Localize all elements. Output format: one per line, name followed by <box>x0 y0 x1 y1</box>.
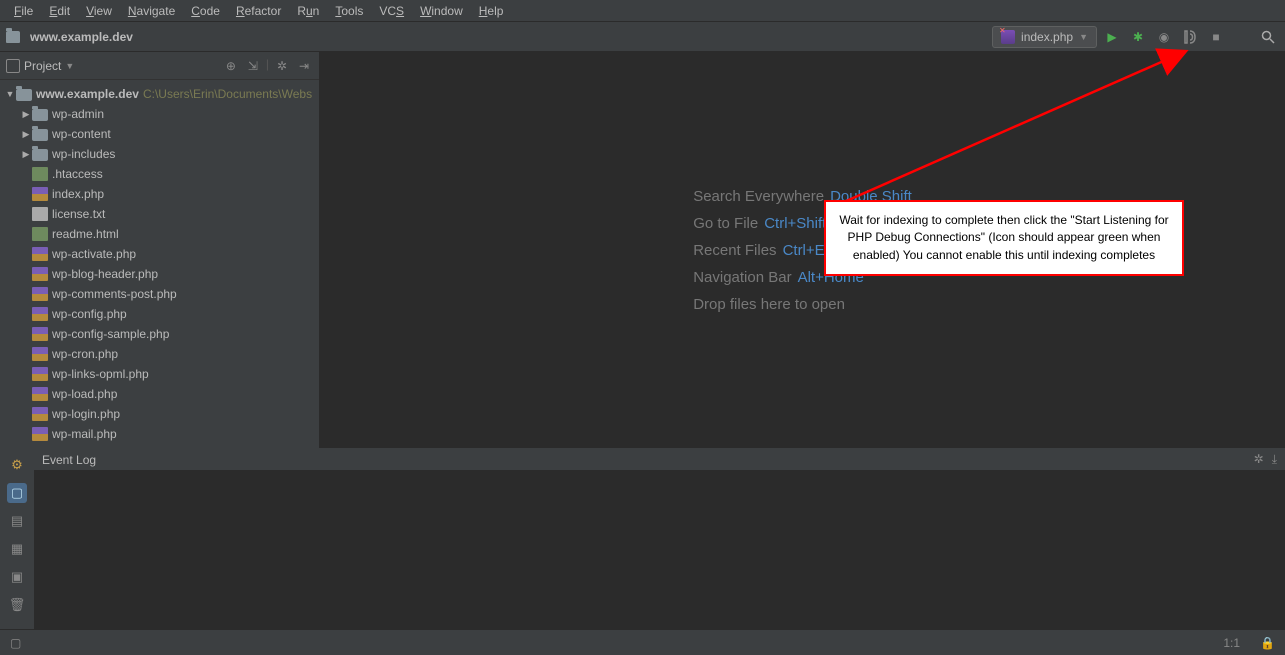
file-icon <box>32 327 48 341</box>
tool-trash-icon[interactable]: 🗑 <box>7 595 27 615</box>
menu-help[interactable]: Help <box>471 4 512 18</box>
collapse-all-icon[interactable]: ⇲ <box>244 57 262 75</box>
file-icon <box>32 227 48 241</box>
folder-icon <box>6 31 20 43</box>
file-icon <box>32 287 48 301</box>
tool-messages-icon[interactable]: ▢ <box>7 483 27 503</box>
file-icon <box>32 187 48 201</box>
file-icon <box>32 267 48 281</box>
tree-file[interactable]: ·wp-config-sample.php <box>0 324 319 344</box>
menu-navigate[interactable]: Navigate <box>120 4 183 18</box>
toolbar: www.example.dev index.php ▼ ▶ ✱ ◉ ■ | <box>0 22 1285 52</box>
folder-icon <box>16 89 32 101</box>
tree-file[interactable]: ·index.php <box>0 184 319 204</box>
tree-file[interactable]: ·wp-config.php <box>0 304 319 324</box>
file-icon <box>32 167 48 181</box>
file-icon <box>32 347 48 361</box>
file-icon <box>32 427 48 441</box>
lock-icon[interactable]: 🔒 <box>1260 636 1275 650</box>
event-log-panel: ⚙ ▢ ▤ ▦ ▣ 🗑 Event Log ✲ ⤓ <box>0 448 1285 629</box>
php-icon <box>1001 30 1015 44</box>
menu-vcs[interactable]: VCS <box>371 4 412 18</box>
tree-file[interactable]: ·readme.html <box>0 224 319 244</box>
tree-file[interactable]: ·wp-mail.php <box>0 424 319 444</box>
folder-icon <box>32 109 48 121</box>
menu-tools[interactable]: Tools <box>327 4 371 18</box>
run-button[interactable]: ▶ <box>1101 26 1123 48</box>
file-icon <box>32 307 48 321</box>
project-sidebar: Project ▼ ⊕ ⇲ | ✲ ⇥ ▼ www.example.dev C:… <box>0 52 320 448</box>
tool-todo-icon[interactable]: ▤ <box>7 511 27 531</box>
menu-refactor[interactable]: Refactor <box>228 4 289 18</box>
project-panel-title[interactable]: Project <box>24 59 61 73</box>
scroll-from-source-icon[interactable]: ⊕ <box>222 57 240 75</box>
tree-file[interactable]: ·wp-load.php <box>0 384 319 404</box>
tool-structure-icon[interactable]: ▦ <box>7 539 27 559</box>
tree-folder[interactable]: ▶wp-includes <box>0 144 319 164</box>
tree-file[interactable]: ·license.txt <box>0 204 319 224</box>
tree-file[interactable]: ·wp-links-opml.php <box>0 364 319 384</box>
tree-file[interactable]: ·.htaccess <box>0 164 319 184</box>
menu-view[interactable]: View <box>78 4 120 18</box>
event-log-body <box>34 471 1285 629</box>
caret-position[interactable]: 1:1 <box>1223 636 1240 650</box>
tree-folder[interactable]: ▶wp-admin <box>0 104 319 124</box>
run-config-selector[interactable]: index.php ▼ <box>992 26 1097 48</box>
project-icon <box>6 59 20 73</box>
file-icon <box>32 367 48 381</box>
run-config-label: index.php <box>1021 30 1073 44</box>
tree-file[interactable]: ·wp-login.php <box>0 404 319 424</box>
menu-edit[interactable]: Edit <box>41 4 78 18</box>
annotation-callout: Wait for indexing to complete then click… <box>824 200 1184 276</box>
chevron-down-icon[interactable]: ▼ <box>65 61 74 71</box>
folder-icon <box>32 129 48 141</box>
tree-folder[interactable]: ▶wp-content <box>0 124 319 144</box>
gear-icon[interactable]: ✲ <box>273 57 291 75</box>
menu-run[interactable]: Run <box>289 4 327 18</box>
project-tree[interactable]: ▼ www.example.dev C:\Users\Erin\Document… <box>0 80 319 448</box>
file-icon <box>32 407 48 421</box>
tree-file[interactable]: ·wp-blog-header.php <box>0 264 319 284</box>
menu-bar: File Edit View Navigate Code Refactor Ru… <box>0 0 1285 22</box>
event-log-title[interactable]: Event Log <box>42 453 96 467</box>
tool-favorites-icon[interactable]: ▣ <box>7 567 27 587</box>
breadcrumb-project: www.example.dev <box>30 30 133 44</box>
tree-file[interactable]: ·wp-cron.php <box>0 344 319 364</box>
search-button[interactable] <box>1257 26 1279 48</box>
listen-debug-button[interactable] <box>1179 26 1201 48</box>
menu-file[interactable]: File <box>6 4 41 18</box>
chevron-down-icon: ▼ <box>1079 32 1088 42</box>
menu-window[interactable]: Window <box>412 4 471 18</box>
file-icon <box>32 247 48 261</box>
breadcrumb[interactable]: www.example.dev <box>6 30 133 44</box>
file-icon <box>32 387 48 401</box>
hide-icon[interactable]: ⤓ <box>1272 452 1277 467</box>
menu-code[interactable]: Code <box>183 4 228 18</box>
tree-root[interactable]: ▼ www.example.dev C:\Users\Erin\Document… <box>0 84 319 104</box>
debug-button[interactable]: ✱ <box>1127 26 1149 48</box>
stop-button[interactable]: ■ <box>1205 26 1227 48</box>
hide-icon[interactable]: ⇥ <box>295 57 313 75</box>
gear-icon[interactable]: ✲ <box>1254 452 1264 467</box>
status-bar: ▢ 1:1 🔒 <box>0 629 1285 655</box>
tree-file[interactable]: ·wp-comments-post.php <box>0 284 319 304</box>
folder-icon <box>32 149 48 161</box>
tool-problems-icon[interactable]: ⚙ <box>7 455 27 475</box>
tree-file[interactable]: ·wp-activate.php <box>0 244 319 264</box>
file-icon <box>32 207 48 221</box>
status-left[interactable]: ▢ <box>10 636 21 650</box>
coverage-button[interactable]: ◉ <box>1153 26 1175 48</box>
